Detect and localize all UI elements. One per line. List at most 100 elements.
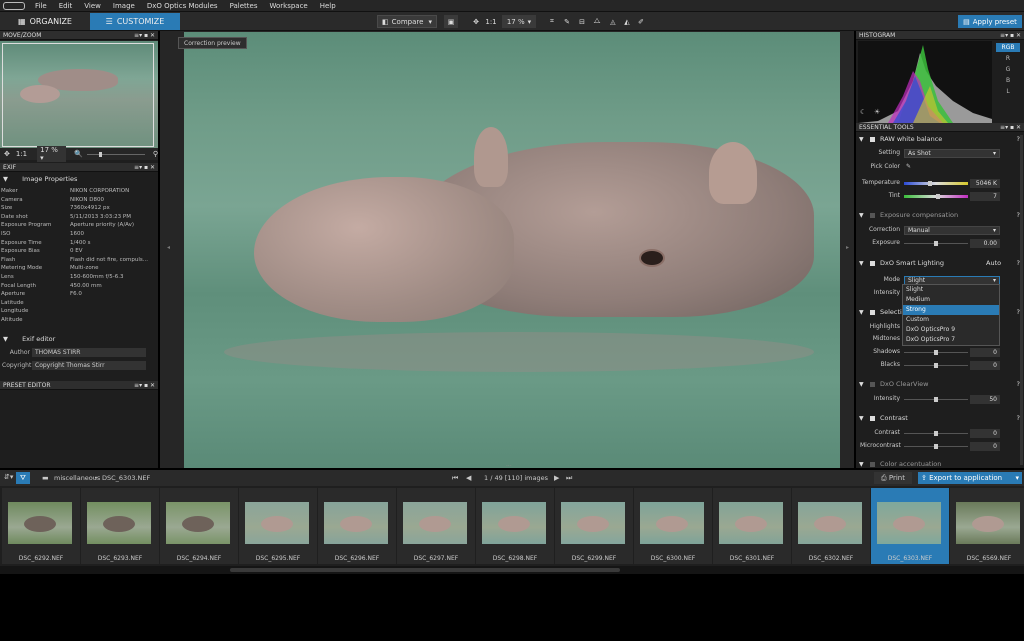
viewport-frame[interactable] <box>2 43 154 147</box>
filmstrip-thumbnail[interactable]: DSC_6292.NEF <box>2 488 80 564</box>
print-button[interactable]: ⎙ Print <box>874 472 912 484</box>
panel-controls-icon[interactable]: ≡▾ ▪ ✕ <box>134 381 155 390</box>
eyedropper-icon[interactable]: ✎ <box>906 161 911 173</box>
menu-help[interactable]: Help <box>320 2 336 10</box>
next-image-icon[interactable]: ▶ <box>554 474 559 482</box>
cv-intensity-knob[interactable] <box>934 397 938 402</box>
image-properties-group[interactable]: ▼ Image Properties <box>0 173 158 185</box>
clearview-section[interactable]: ▼ DxO ClearView ? <box>856 379 1024 390</box>
panel-controls-icon[interactable]: ≡▾ ▪ ✕ <box>134 31 155 40</box>
mode-option-highlighted[interactable]: Strong <box>903 305 999 315</box>
mode-option[interactable]: Medium <box>903 295 999 305</box>
red-eye-tool-button[interactable]: ◬ <box>606 15 620 28</box>
mode-option[interactable]: DxO OpticsPro 7 <box>903 335 999 345</box>
color-accentuation-section[interactable]: ▼ Color accentuation <box>856 459 1024 470</box>
microcontrast-knob[interactable] <box>934 444 938 449</box>
menu-image[interactable]: Image <box>113 2 135 10</box>
enable-checkbox[interactable] <box>870 213 875 218</box>
panel-controls-icon[interactable]: ≡▾ ▪ ✕ <box>1000 123 1021 132</box>
navigator-thumbnail[interactable] <box>0 41 158 148</box>
contrast-section[interactable]: ▼ Contrast ? <box>856 413 1024 424</box>
exif-editor-group[interactable]: ▼ Exif editor <box>0 333 158 345</box>
main-photo[interactable] <box>184 32 840 468</box>
sort-icon[interactable]: ⇵▾ <box>4 473 13 481</box>
channel-b[interactable]: B <box>996 76 1020 85</box>
brush-tool-button[interactable]: ✐ <box>635 15 647 28</box>
temperature-slider[interactable] <box>904 182 968 185</box>
shadows-knob[interactable] <box>934 350 938 355</box>
white-balance-picker-button[interactable]: ✎ <box>561 15 573 28</box>
filmstrip-thumbnail[interactable]: DSC_6569.NEF <box>950 488 1024 564</box>
tab-organize[interactable]: ▦ ORGANIZE <box>2 13 88 30</box>
perspective-tool-button[interactable]: ⧍ <box>590 15 604 28</box>
highlight-clipping-icon[interactable]: ☀ <box>874 108 880 116</box>
side-by-side-button[interactable]: ▣ <box>444 15 458 28</box>
preset-editor-header[interactable]: PRESET EDITOR ≡▾ ▪ ✕ <box>0 381 158 390</box>
filmstrip-thumbnail[interactable]: DSC_6296.NEF <box>318 488 396 564</box>
enable-checkbox[interactable] <box>870 261 875 266</box>
shadow-clipping-icon[interactable]: ☾ <box>860 108 866 116</box>
zoom-slider[interactable] <box>86 151 145 157</box>
tint-value[interactable]: 7 <box>970 192 1000 201</box>
panel-controls-icon[interactable]: ≡▾ ▪ ✕ <box>1000 31 1021 40</box>
enable-checkbox[interactable] <box>870 137 875 142</box>
mode-option[interactable]: DxO OpticsPro 9 <box>903 325 999 335</box>
filmstrip-thumbnail[interactable]: DSC_6295.NEF <box>239 488 317 564</box>
move-icon[interactable]: ✥ <box>4 150 10 158</box>
panel-controls-icon[interactable]: ≡▾ ▪ ✕ <box>134 163 155 172</box>
nav-zoom-ratio[interactable]: 1:1 <box>16 150 27 158</box>
exposure-compensation-section[interactable]: ▼ Exposure compensation ? <box>856 210 1024 221</box>
repair-tool-button[interactable]: ◭ <box>620 15 634 28</box>
filmstrip-thumbnail[interactable]: DSC_6299.NEF <box>555 488 633 564</box>
channel-g[interactable]: G <box>996 65 1020 74</box>
filmstrip-thumbnail[interactable]: DSC_6298.NEF <box>476 488 554 564</box>
filmstrip-resize-handle-icon[interactable]: ··· <box>506 463 512 470</box>
first-image-icon[interactable]: ⏮ <box>452 474 458 483</box>
right-collapse-arrow-icon[interactable]: ▸ <box>846 244 849 251</box>
blacks-value[interactable]: 0 <box>970 361 1000 370</box>
breadcrumb-file[interactable]: DSC_6303.NEF <box>102 474 150 482</box>
apply-preset-button[interactable]: ▤ Apply preset <box>958 15 1022 28</box>
enable-checkbox[interactable] <box>870 416 875 421</box>
zoom-in-icon[interactable]: ⚲ <box>153 150 158 158</box>
smart-lighting-section[interactable]: ▼ DxO Smart Lighting Auto ? <box>856 258 1024 269</box>
menu-workspace[interactable]: Workspace <box>269 2 307 10</box>
contrast-knob[interactable] <box>934 431 938 436</box>
zoom-select[interactable]: 17 % ▾ <box>502 15 536 28</box>
enable-checkbox[interactable] <box>870 462 875 467</box>
exposure-value[interactable]: 0.00 <box>970 239 1000 248</box>
raw-white-balance-section[interactable]: ▼ RAW white balance ? <box>856 134 1024 145</box>
tab-customize[interactable]: ☰ CUSTOMIZE <box>90 13 180 30</box>
mode-option[interactable]: Slight <box>903 285 999 295</box>
copyright-field[interactable]: Copyright Thomas Stirr <box>32 361 146 370</box>
menu-edit[interactable]: Edit <box>59 2 73 10</box>
channel-r[interactable]: R <box>996 54 1020 63</box>
image-viewer[interactable]: ◂ Correction preview ▸ ··· <box>160 31 854 470</box>
channel-rgb[interactable]: RGB <box>996 43 1020 52</box>
compare-button[interactable]: ◧ Compare ▾ <box>377 15 437 28</box>
zoom-out-icon[interactable]: 🔍 <box>74 150 83 158</box>
left-collapse-arrow-icon[interactable]: ◂ <box>167 244 170 251</box>
mode-option[interactable]: Custom <box>903 315 999 325</box>
filmstrip-thumbnail[interactable]: DSC_6301.NEF <box>713 488 791 564</box>
enable-checkbox[interactable] <box>870 310 875 315</box>
menu-optics-modules[interactable]: DxO Optics Modules <box>147 2 218 10</box>
temperature-value[interactable]: 5046 K <box>970 179 1000 188</box>
channel-l[interactable]: L <box>996 87 1020 96</box>
temperature-knob[interactable] <box>928 181 932 186</box>
last-image-icon[interactable]: ⏭ <box>566 474 572 483</box>
smart-lighting-auto[interactable]: Auto <box>986 258 1001 269</box>
enable-checkbox[interactable] <box>870 382 875 387</box>
crop-tool-button[interactable]: ⌗ <box>546 15 558 28</box>
filmstrip-thumbnail[interactable]: DSC_6293.NEF <box>81 488 159 564</box>
filmstrip-scroll-thumb[interactable] <box>230 568 620 572</box>
microcontrast-value[interactable]: 0 <box>970 442 1000 451</box>
move-tool-button[interactable]: ✥ <box>470 15 482 28</box>
menu-palettes[interactable]: Palettes <box>230 2 258 10</box>
blacks-knob[interactable] <box>934 363 938 368</box>
menu-view[interactable]: View <box>84 2 101 10</box>
menu-file[interactable]: File <box>35 2 47 10</box>
filmstrip-thumbnail[interactable]: DSC_6294.NEF <box>160 488 238 564</box>
filmstrip-thumbnail[interactable]: DSC_6297.NEF <box>397 488 475 564</box>
wb-setting-select[interactable]: As Shot ▾ <box>904 149 1000 158</box>
